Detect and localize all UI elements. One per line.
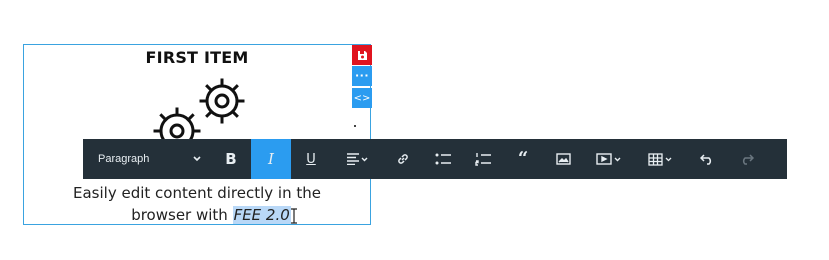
paragraph-format-dropdown[interactable]: Paragraph <box>83 139 211 179</box>
body-line-2-text: browser with <box>131 206 233 224</box>
formatting-toolbar: Paragraph B I U “ <box>83 139 787 179</box>
gears-image <box>144 71 254 141</box>
code-icon: <> <box>353 92 371 104</box>
text-cursor-icon <box>289 208 299 224</box>
table-icon <box>648 152 674 166</box>
redo-button[interactable] <box>727 139 767 179</box>
selected-text[interactable]: FEE 2.0 <box>232 206 291 224</box>
link-button[interactable] <box>383 139 423 179</box>
more-options-button[interactable]: ··· <box>352 66 372 86</box>
more-icon: ··· <box>354 69 370 82</box>
chevron-down-icon <box>193 156 201 162</box>
image-icon <box>555 153 571 165</box>
body-line-1: Easily edit content directly in the <box>73 184 321 202</box>
bulleted-list-icon <box>435 153 451 165</box>
underline-icon: U <box>306 151 316 167</box>
editable-content-block[interactable]: FIRST ITEM ··· <> Easily edit content di… <box>23 44 372 226</box>
paragraph-label: Paragraph <box>98 153 150 165</box>
insert-media-dropdown[interactable] <box>583 139 635 179</box>
item-body-text[interactable]: Easily edit content directly in the brow… <box>24 182 370 226</box>
bulleted-list-button[interactable] <box>423 139 463 179</box>
media-icon <box>596 153 622 165</box>
code-view-button[interactable]: <> <box>352 88 372 108</box>
underline-button[interactable]: U <box>291 139 331 179</box>
insert-image-button[interactable] <box>543 139 583 179</box>
bold-button[interactable]: B <box>211 139 251 179</box>
link-icon <box>396 152 410 166</box>
italic-button[interactable]: I <box>251 139 291 179</box>
save-icon <box>357 50 367 60</box>
quote-icon: “ <box>517 148 529 169</box>
undo-icon <box>700 153 714 165</box>
divider-dot <box>354 125 356 127</box>
body-line-2: browser with FEE 2.0 <box>24 204 370 226</box>
redo-icon <box>740 153 754 165</box>
undo-button[interactable] <box>687 139 727 179</box>
item-title[interactable]: FIRST ITEM <box>24 48 370 67</box>
italic-icon: I <box>268 150 274 168</box>
insert-table-dropdown[interactable] <box>635 139 687 179</box>
quote-button[interactable]: “ <box>503 139 543 179</box>
numbered-list-icon <box>475 152 491 166</box>
bold-icon: B <box>225 150 237 168</box>
align-left-icon <box>346 153 368 165</box>
align-dropdown[interactable] <box>331 139 383 179</box>
save-button[interactable] <box>352 45 372 65</box>
numbered-list-button[interactable] <box>463 139 503 179</box>
